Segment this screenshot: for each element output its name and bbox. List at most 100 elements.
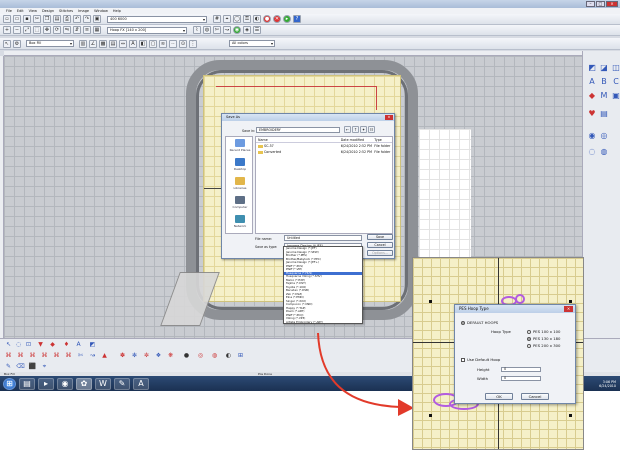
view-menu-icon[interactable]: ☷ (368, 126, 375, 133)
settings-icon[interactable]: ⚙ (13, 39, 21, 48)
default-hoops-option[interactable]: DEFAULT HOOPS (461, 320, 498, 325)
color-picker-icon[interactable]: ▼ (36, 341, 45, 349)
applique-tool-icon[interactable]: ⌘ (52, 352, 61, 360)
menu-window[interactable]: Window (94, 9, 108, 13)
density-icon[interactable]: ▥ (79, 39, 87, 48)
ok-button[interactable]: OK (485, 393, 513, 400)
zoom-in-icon[interactable]: + (3, 26, 11, 34)
save-dialog-close-button[interactable]: × (385, 115, 393, 120)
record-icon[interactable]: ● (182, 352, 191, 360)
outline-tool-icon[interactable]: ⌘ (64, 352, 73, 360)
zoom-out-icon[interactable]: − (13, 26, 21, 34)
new-folder-icon[interactable]: ✦ (360, 126, 367, 133)
trim-icon[interactable]: ✄ (213, 26, 221, 34)
brush-icon[interactable]: ✎ (4, 363, 13, 371)
measure-icon[interactable]: ⌖ (223, 15, 231, 23)
save-button[interactable]: Save (367, 234, 393, 240)
place-desktop[interactable]: Desktop (228, 158, 252, 171)
select-icon[interactable]: ↖ (3, 39, 11, 48)
radio-hoop-3[interactable] (527, 343, 531, 348)
thread-icon[interactable]: ◍ (203, 26, 211, 34)
text-icon[interactable]: A (129, 39, 137, 48)
filename-input[interactable]: Untitled (284, 235, 362, 241)
play-icon[interactable]: ▸ (283, 15, 291, 23)
fill-icon[interactable]: ◆ (48, 341, 57, 349)
acrobat-taskbar-icon[interactable]: A (133, 377, 149, 390)
word-taskbar-icon[interactable]: W (95, 377, 111, 390)
shape-icon[interactable]: ◫ (611, 63, 620, 73)
copy-icon[interactable]: ❐ (43, 15, 51, 23)
new-icon[interactable]: ▫ (3, 15, 11, 23)
shape-icon[interactable]: ◩ (587, 63, 597, 73)
sequence-icon[interactable]: ☰ (253, 26, 261, 34)
open-icon[interactable]: ▭ (13, 15, 21, 23)
use-default-hoop-checkbox[interactable] (461, 357, 465, 362)
selection-handle[interactable] (429, 414, 432, 417)
selection-handle[interactable] (569, 300, 572, 303)
compensation-icon[interactable]: ⇔ (119, 39, 127, 48)
color-icon[interactable]: ◐ (253, 15, 261, 23)
split-icon[interactable]: ⋮ (189, 39, 197, 48)
mirror-icon[interactable]: ⇋ (63, 26, 71, 34)
fill-tool-icon[interactable]: ⌘ (40, 352, 49, 360)
start-button[interactable]: ⊞ (3, 377, 16, 390)
embroidery-app-taskbar-icon[interactable]: ✿ (76, 377, 92, 390)
pattern-icon[interactable]: ▩ (99, 39, 107, 48)
grid-icon[interactable]: # (213, 15, 221, 23)
rotate-icon[interactable]: ⟳ (53, 26, 61, 34)
menu-file[interactable]: File (6, 9, 12, 13)
dropdown-item[interactable]: Artista Embroidery (*.ART) (284, 321, 362, 325)
cancel-button[interactable]: Cancel (367, 242, 393, 248)
back-icon[interactable]: ← (344, 126, 351, 133)
trim-tool-icon[interactable]: ✄ (76, 352, 85, 360)
heart-icon[interactable]: ♥ (587, 109, 597, 119)
help-icon[interactable]: ? (293, 15, 301, 23)
save-in-combo[interactable]: EMBROIDERY (256, 127, 340, 133)
radio-hoop-2[interactable] (527, 336, 531, 341)
machine-icon[interactable]: ▣ (93, 15, 101, 23)
stitch-icon[interactable]: ⌇ (193, 26, 201, 34)
stop-icon[interactable]: ● (263, 15, 271, 23)
zoom-box-icon[interactable]: ⬚ (33, 26, 41, 34)
align-tool-icon[interactable]: ⊞ (236, 352, 245, 360)
letter-icon[interactable]: C (611, 77, 620, 87)
group-icon[interactable]: ▦ (93, 26, 101, 34)
hoop-icon[interactable]: ◯ (233, 15, 241, 23)
save-icon[interactable]: ▪ (23, 15, 31, 23)
media-taskbar-icon[interactable]: ▸ (38, 377, 54, 390)
motif-icon[interactable]: ⌘ (16, 352, 25, 360)
hoop-option-2[interactable]: PES 130 x 180 (527, 336, 560, 341)
zoom-fit-icon[interactable]: ⤢ (23, 26, 31, 34)
maximize-button[interactable]: □ (596, 1, 605, 7)
menu-help[interactable]: Help (113, 9, 121, 13)
simulate-icon[interactable]: ◉ (233, 26, 241, 34)
hide-icon[interactable]: ◌ (587, 147, 597, 157)
satin-tool-icon[interactable]: ⌘ (4, 352, 13, 360)
lock-tool-icon[interactable]: ◍ (210, 352, 219, 360)
place-libraries[interactable]: Libraries (228, 177, 252, 190)
jump-icon[interactable]: ↝ (223, 26, 231, 34)
list-item[interactable]: Converted 6/24/2010 2:52 PM File folder (256, 149, 392, 155)
letter-icon[interactable]: A (587, 77, 597, 87)
menu-edit[interactable]: Edit (17, 9, 24, 13)
bead-icon[interactable]: ✻ (130, 352, 139, 360)
monogram-icon[interactable]: M (599, 91, 609, 101)
height-input[interactable]: 0 (501, 367, 541, 372)
menu-stitches[interactable]: Stitches (59, 9, 73, 13)
undo-icon[interactable]: ↶ (73, 15, 81, 23)
place-computer[interactable]: Computer (228, 196, 252, 209)
up-folder-icon[interactable]: ↑ (352, 126, 359, 133)
print-icon[interactable]: ⎙ (63, 15, 71, 23)
align-icon[interactable]: ≡ (83, 26, 91, 34)
paint-taskbar-icon[interactable]: ✎ (114, 377, 130, 390)
break-icon[interactable]: ◎ (196, 352, 205, 360)
radio-default-hoops[interactable] (461, 320, 465, 325)
delete-icon[interactable]: ✕ (273, 15, 281, 23)
place-network[interactable]: Network (228, 215, 252, 228)
hoop-dialog-close-button[interactable]: × (564, 306, 573, 312)
fill-bucket-icon[interactable]: ⬛ (28, 363, 37, 371)
node-icon[interactable]: ⊙ (179, 39, 187, 48)
text-tool-icon[interactable]: A (74, 341, 83, 349)
paste-icon[interactable]: ▤ (53, 15, 61, 23)
underlay-icon[interactable]: ▤ (109, 39, 117, 48)
